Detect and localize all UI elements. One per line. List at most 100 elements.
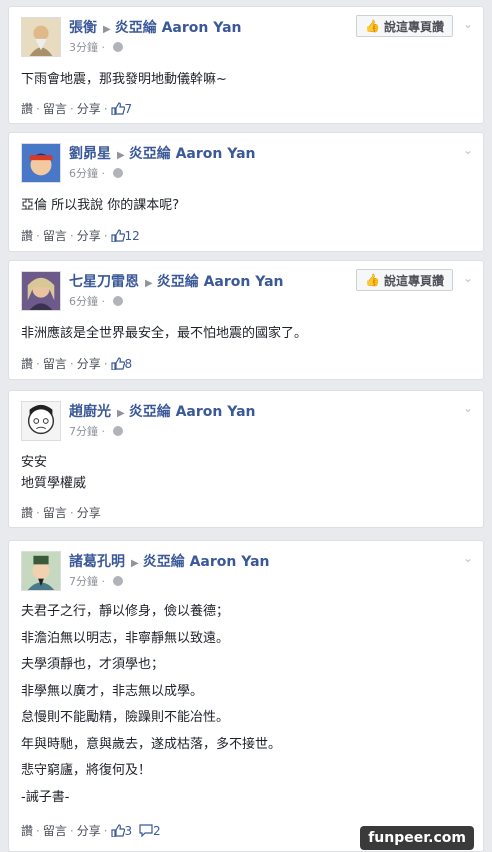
share-link[interactable]: 分享	[77, 824, 101, 838]
like-count[interactable]: 3	[125, 824, 133, 838]
post-card: 劉昴星 ▶ 炎亞綸 Aaron Yan 6分鐘 · ⌄ 亞倫 所以我說 你的課本呢?…	[8, 132, 484, 252]
comment-link[interactable]: 留言	[43, 824, 67, 838]
arrow-right-icon: ▶	[131, 558, 139, 569]
author-name[interactable]: 張衡	[69, 20, 97, 36]
separator: ·	[103, 229, 108, 243]
comment-link[interactable]: 留言	[43, 506, 67, 520]
share-link[interactable]: 分享	[77, 229, 101, 243]
chevron-down-icon[interactable]: ⌄	[463, 271, 473, 285]
chevron-down-icon[interactable]: ⌄	[463, 401, 473, 415]
post-line: 地質學權威	[21, 476, 87, 491]
separator: ·	[36, 506, 40, 520]
chevron-down-icon[interactable]: ⌄	[463, 17, 473, 31]
like-link[interactable]: 讚	[21, 229, 33, 243]
page-name[interactable]: 炎亞綸 Aaron Yan	[115, 20, 242, 36]
globe-icon	[112, 296, 123, 306]
post-meta: 6分鐘 ·	[69, 165, 123, 181]
author-name[interactable]: 諸葛孔明	[69, 554, 125, 570]
share-link[interactable]: 分享	[77, 506, 101, 520]
post-line: 亞倫 所以我說 你的課本呢?	[21, 198, 180, 213]
comment-link[interactable]: 留言	[43, 102, 67, 116]
post-header: 趙廚光 ▶ 炎亞綸 Aaron Yan	[69, 401, 443, 421]
avatar[interactable]	[21, 401, 61, 441]
like-count[interactable]: 7	[125, 102, 133, 116]
post-header: 諸葛孔明 ▶ 炎亞綸 Aaron Yan	[69, 551, 443, 571]
post-line: 非澹泊無以明志，非寧靜無以致遠。	[21, 630, 230, 646]
separator: ·	[36, 102, 40, 116]
action-bar: 讚 · 留言 · 分享	[21, 504, 101, 521]
separator: ·	[69, 506, 74, 520]
thumbs-up-icon: 👍	[365, 19, 380, 33]
post-line: 安安	[21, 455, 48, 470]
post-card: 趙廚光 ▶ 炎亞綸 Aaron Yan 7分鐘 · ⌄ 安安 地質學權威 讚 · 留言 ·…	[8, 390, 484, 528]
comment-link[interactable]: 留言	[43, 357, 67, 371]
avatar[interactable]	[21, 143, 61, 183]
share-link[interactable]: 分享	[77, 102, 101, 116]
comment-count[interactable]: 2	[153, 824, 161, 838]
post-text: 非洲應該是全世界最安全，最不怕地震的國家了。	[21, 321, 471, 346]
post-line: 非洲應該是全世界最安全，最不怕地震的國家了。	[21, 326, 308, 341]
page-name[interactable]: 炎亞綸 Aaron Yan	[129, 146, 256, 162]
timestamp[interactable]: 7分鐘	[69, 425, 98, 438]
like-page-button[interactable]: 👍 說這專頁讚	[356, 269, 453, 291]
separator: ·	[36, 229, 40, 243]
post-line: 下雨會地震，那我發明地動儀幹嘛~	[21, 72, 227, 87]
globe-icon	[112, 426, 123, 436]
post-line: -誡子書-	[21, 789, 70, 805]
comment-link[interactable]: 留言	[43, 229, 67, 243]
like-count[interactable]: 8	[125, 357, 133, 371]
post-line: 非學無以廣才，非志無以成學。	[21, 683, 204, 699]
action-bar: 讚 · 留言 · 分享 · 8	[21, 355, 132, 373]
post-card: 諸葛孔明 ▶ 炎亞綸 Aaron Yan 7分鐘 · ⌄ 夫君子之行，靜以修身，儉以…	[8, 540, 484, 852]
post-header: 劉昴星 ▶ 炎亞綸 Aaron Yan	[69, 143, 443, 163]
share-link[interactable]: 分享	[77, 357, 101, 371]
arrow-right-icon: ▶	[145, 278, 153, 289]
action-bar: 讚 · 留言 · 分享 · 3 2	[21, 822, 161, 840]
timestamp[interactable]: 6分鐘	[69, 295, 98, 308]
like-count-icon	[110, 102, 125, 118]
like-link[interactable]: 讚	[21, 357, 33, 371]
globe-icon	[112, 168, 123, 178]
separator: ·	[69, 229, 74, 243]
page-name[interactable]: 炎亞綸 Aaron Yan	[157, 274, 284, 290]
like-link[interactable]: 讚	[21, 102, 33, 116]
author-name[interactable]: 趙廚光	[69, 404, 111, 420]
post-meta: 7分鐘 ·	[69, 573, 123, 589]
timestamp[interactable]: 3分鐘	[69, 41, 98, 54]
like-count-icon	[110, 229, 125, 245]
chevron-down-icon[interactable]: ⌄	[463, 143, 473, 157]
separator: ·	[36, 824, 40, 838]
page-name[interactable]: 炎亞綸 Aaron Yan	[129, 404, 256, 420]
avatar[interactable]	[21, 271, 61, 311]
author-name[interactable]: 劉昴星	[69, 146, 111, 162]
timestamp[interactable]: 6分鐘	[69, 167, 98, 180]
post-line: 夫學須靜也，才須學也；	[21, 657, 165, 672]
post-line: 年與時馳，意與歲去，遂成枯落，多不接世。	[21, 736, 282, 752]
post-line: 悲守窮廬，將復何及！	[21, 763, 152, 778]
separator: ·	[69, 357, 74, 371]
timestamp[interactable]: 7分鐘	[69, 575, 98, 588]
watermark: funpeer.com	[360, 826, 474, 850]
like-count[interactable]: 12	[125, 229, 140, 243]
arrow-right-icon: ▶	[117, 408, 125, 419]
author-name[interactable]: 七星刀雷恩	[69, 274, 139, 290]
comment-count-icon	[139, 824, 153, 840]
separator: ·	[36, 357, 40, 371]
like-link[interactable]: 讚	[21, 506, 33, 520]
avatar[interactable]	[21, 17, 61, 57]
separator: ·	[103, 102, 108, 116]
post-text: 安安 地質學權威	[21, 452, 471, 494]
avatar[interactable]	[21, 551, 61, 591]
like-link[interactable]: 讚	[21, 824, 33, 838]
post-text: 下雨會地震，那我發明地動儀幹嘛~	[21, 67, 471, 92]
chevron-down-icon[interactable]: ⌄	[463, 551, 473, 565]
action-bar: 讚 · 留言 · 分享 · 7	[21, 100, 132, 118]
like-page-label: 說這專頁讚	[383, 273, 444, 288]
like-page-button[interactable]: 👍 說這專頁讚	[356, 15, 453, 37]
separator: ·	[103, 357, 108, 371]
post-line: 夫君子之行，靜以修身，儉以養德；	[21, 604, 230, 619]
like-count-icon	[110, 824, 125, 840]
page-name[interactable]: 炎亞綸 Aaron Yan	[143, 554, 270, 570]
globe-icon	[112, 576, 123, 586]
action-bar: 讚 · 留言 · 分享 · 12	[21, 227, 140, 245]
